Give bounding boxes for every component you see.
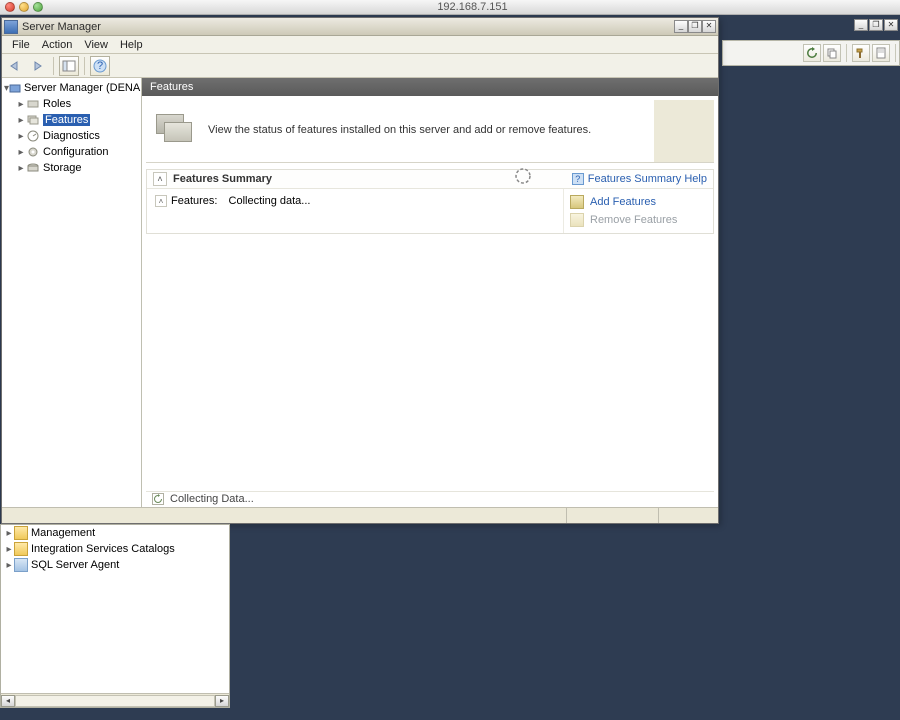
summary-help-link[interactable]: ? Features Summary Help [572, 173, 707, 185]
svg-text:?: ? [97, 60, 103, 72]
busy-cursor-icon [514, 167, 532, 185]
tree-features[interactable]: ▸ Features [2, 112, 141, 128]
outer-tool-copy-icon[interactable] [823, 44, 841, 62]
main-pane: Features View the status of features ins… [142, 78, 718, 507]
tree-root[interactable]: ▾ Server Manager (DENALISRV1) [2, 80, 141, 96]
window-title: Server Manager [22, 21, 101, 33]
scroll-track[interactable] [15, 695, 215, 707]
diagnostics-icon [26, 129, 40, 143]
summary-title: Features Summary [173, 173, 272, 185]
help-icon: ? [572, 173, 584, 185]
mac-zoom-button[interactable] [33, 2, 43, 12]
sql-object-explorer[interactable]: ▸ Management ▸ Integration Services Cata… [0, 524, 230, 708]
nav-back-button[interactable] [5, 56, 25, 76]
status-text: Collecting Data... [170, 493, 254, 505]
expand-icon[interactable]: ▸ [16, 99, 26, 110]
folder-icon [14, 526, 28, 540]
menu-file[interactable]: File [6, 37, 36, 53]
outer-tool-page-icon[interactable] [872, 44, 890, 62]
outer-window-controls: _ ❐ ✕ [854, 17, 898, 32]
remove-features-link[interactable]: Remove Features [570, 211, 707, 229]
expand-icon[interactable]: ▸ [4, 528, 14, 539]
mac-title: 192.168.7.151 [45, 1, 900, 13]
server-manager-icon [4, 20, 18, 34]
intro-text: View the status of features installed on… [208, 124, 591, 136]
expand-icon[interactable]: ▸ [16, 147, 26, 158]
server-icon [9, 81, 21, 95]
remove-features-icon [570, 213, 584, 227]
window-status-strip [2, 507, 718, 523]
tree-configuration[interactable]: ▸ Configuration [2, 144, 141, 160]
expand-icon[interactable]: ▸ [16, 163, 26, 174]
features-summary-panel: ˄ Features Summary ? Features Summary He… [146, 169, 714, 234]
toolbar: ? [2, 54, 718, 78]
sm-close-button[interactable]: ✕ [702, 20, 716, 33]
status-refresh-icon [152, 493, 164, 505]
agent-icon [14, 558, 28, 572]
nav-forward-button[interactable] [28, 56, 48, 76]
features-status: Collecting data... [229, 195, 311, 207]
features-large-icon [156, 110, 196, 150]
tree-roles[interactable]: ▸ Roles [2, 96, 141, 112]
tree-diagnostics[interactable]: ▸ Diagnostics [2, 128, 141, 144]
expand-icon[interactable]: ▸ [4, 544, 14, 555]
storage-icon [26, 161, 40, 175]
menu-bar: File Action View Help [2, 36, 718, 54]
sql-node-sql-server-agent[interactable]: ▸ SQL Server Agent [1, 557, 229, 573]
section-header: Features [142, 78, 718, 96]
intro-right-stub [654, 100, 714, 162]
sql-scrollbar[interactable]: ◂ ▸ [1, 693, 229, 707]
menu-help[interactable]: Help [114, 37, 149, 53]
outer-toolbar [722, 40, 900, 66]
add-features-label: Add Features [590, 196, 656, 208]
sm-titlebar[interactable]: Server Manager _ ❐ ✕ [2, 18, 718, 36]
sm-maximize-button[interactable]: ❐ [688, 20, 702, 33]
expand-icon[interactable]: ▸ [16, 115, 26, 126]
expand-icon[interactable]: ▸ [16, 131, 26, 142]
outer-tool-refresh-icon[interactable] [803, 44, 821, 62]
collapse-icon[interactable]: ˄ [153, 172, 167, 186]
mac-close-button[interactable] [5, 2, 15, 12]
outer-minimize-button[interactable]: _ [854, 19, 868, 31]
outer-restore-button[interactable]: ❐ [869, 19, 883, 31]
add-features-link[interactable]: Add Features [570, 193, 707, 211]
toolbar-help-icon[interactable]: ? [90, 56, 110, 76]
outer-tool-hammer-icon[interactable] [852, 44, 870, 62]
scroll-left-button[interactable]: ◂ [1, 695, 15, 707]
server-manager-window: Server Manager _ ❐ ✕ File Action View He… [1, 17, 719, 524]
sql-node-management[interactable]: ▸ Management [1, 525, 229, 541]
summary-header: ˄ Features Summary ? Features Summary He… [147, 170, 713, 189]
sql-label: Integration Services Catalogs [31, 543, 175, 555]
mac-minimize-button[interactable] [19, 2, 29, 12]
features-icon [26, 113, 40, 127]
sql-node-integration-services[interactable]: ▸ Integration Services Catalogs [1, 541, 229, 557]
sql-label: Management [31, 527, 95, 539]
mac-titlebar: 192.168.7.151 [0, 0, 900, 15]
toolbar-panel-icon[interactable] [59, 56, 79, 76]
scroll-right-button[interactable]: ▸ [215, 695, 229, 707]
nav-tree[interactable]: ▾ Server Manager (DENALISRV1) ▸ Roles ▸ … [2, 78, 142, 507]
folder-icon [14, 542, 28, 556]
gear-icon [26, 145, 40, 159]
expand-icon[interactable]: ▸ [4, 560, 14, 571]
outer-close-button[interactable]: ✕ [884, 19, 898, 31]
summary-help-label: Features Summary Help [588, 173, 707, 185]
intro-panel: View the status of features installed on… [146, 100, 714, 163]
add-features-icon [570, 195, 584, 209]
sql-label: SQL Server Agent [31, 559, 119, 571]
sm-minimize-button[interactable]: _ [674, 20, 688, 33]
tree-storage[interactable]: ▸ Storage [2, 160, 141, 176]
status-bar: Collecting Data... [146, 491, 714, 505]
roles-icon [26, 97, 40, 111]
summary-actions: Add Features Remove Features [563, 189, 713, 233]
menu-view[interactable]: View [78, 37, 114, 53]
summary-body: ˄ Features: Collecting data... [147, 189, 563, 233]
features-label: Features: [171, 195, 217, 207]
menu-action[interactable]: Action [36, 37, 79, 53]
remove-features-label: Remove Features [590, 214, 677, 226]
collapse-icon[interactable]: ˄ [155, 195, 167, 207]
